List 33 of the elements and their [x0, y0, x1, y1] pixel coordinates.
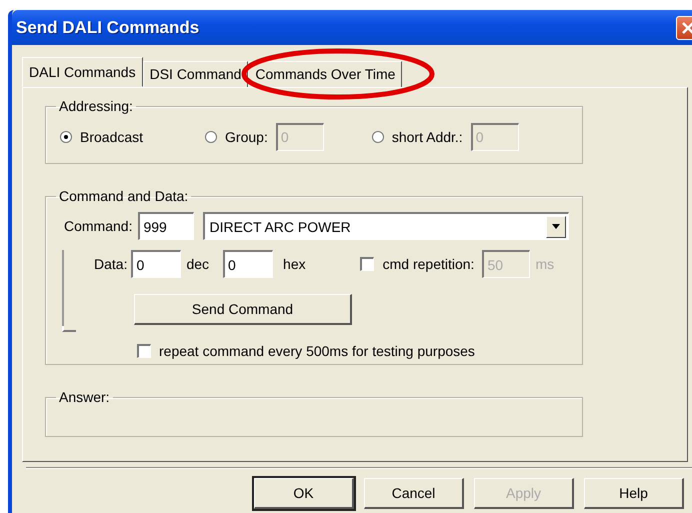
- dropdown-value: DIRECT ARC POWER: [209, 218, 351, 234]
- tab[interactable]: DALI Commands: [22, 57, 143, 87]
- radio-label: Group:: [225, 128, 268, 144]
- unit-label: dec: [186, 256, 210, 272]
- checkbox-label: cmd repetition:: [382, 256, 474, 272]
- hex-field[interactable]: 0: [223, 250, 274, 278]
- vertical-slider[interactable]: [62, 250, 74, 332]
- radio-button[interactable]: [372, 130, 384, 142]
- slider-thumb[interactable]: [62, 326, 76, 332]
- dialog-button[interactable]: Cancel: [364, 478, 464, 509]
- window-title: Send DALI Commands: [16, 18, 200, 38]
- radio-label: Broadcast: [80, 128, 144, 144]
- checkbox[interactable]: [137, 344, 151, 358]
- radio-button[interactable]: [60, 130, 72, 142]
- radio-label: short Addr.:: [392, 128, 463, 144]
- field-label: Data:: [94, 256, 128, 272]
- tab[interactable]: DSI Command: [142, 61, 248, 87]
- group-title: Addressing:: [58, 98, 134, 114]
- tab[interactable]: Commands Over Time: [248, 61, 402, 87]
- command-dropdown[interactable]: DIRECT ARC POWER: [203, 212, 570, 240]
- unit-label: ms: [535, 256, 554, 272]
- dialog-button[interactable]: Help: [584, 478, 684, 509]
- close-icon: [681, 20, 692, 34]
- send-command-button[interactable]: Send Command: [134, 294, 352, 325]
- checkbox-label: repeat command every 500ms for testing purposes: [159, 343, 475, 359]
- field-label: Command:: [64, 218, 132, 234]
- radio-button[interactable]: [205, 130, 218, 142]
- dialog-button[interactable]: OK: [254, 478, 354, 509]
- command-code-field[interactable]: 999: [138, 212, 194, 240]
- group-title: Answer:: [58, 389, 111, 405]
- unit-label: hex: [283, 256, 306, 272]
- group-title: Command and Data:: [58, 188, 190, 204]
- dec-field[interactable]: 0: [131, 250, 182, 278]
